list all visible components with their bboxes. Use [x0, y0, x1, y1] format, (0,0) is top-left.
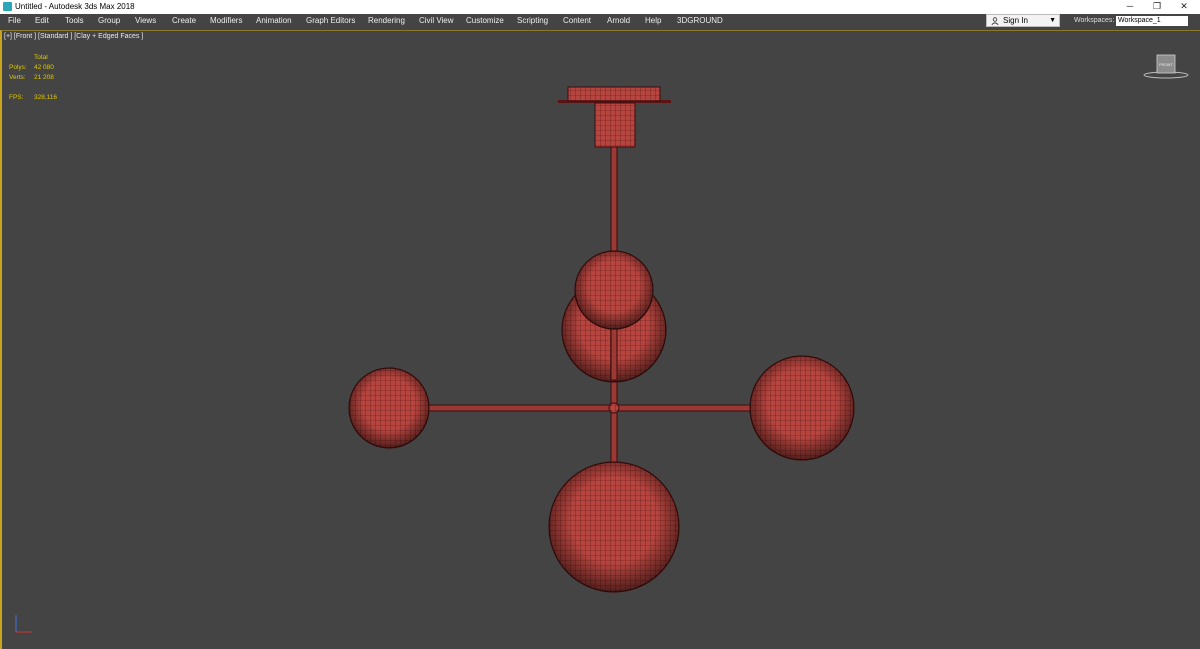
globe-front-top[interactable] — [574, 250, 654, 330]
globe-bottom[interactable] — [548, 461, 680, 593]
rod-joint — [608, 402, 620, 414]
ceiling-canopy[interactable] — [558, 86, 671, 148]
chandelier-model[interactable] — [0, 0, 1200, 649]
globe-left[interactable] — [348, 367, 430, 449]
globe-right[interactable] — [749, 355, 855, 461]
